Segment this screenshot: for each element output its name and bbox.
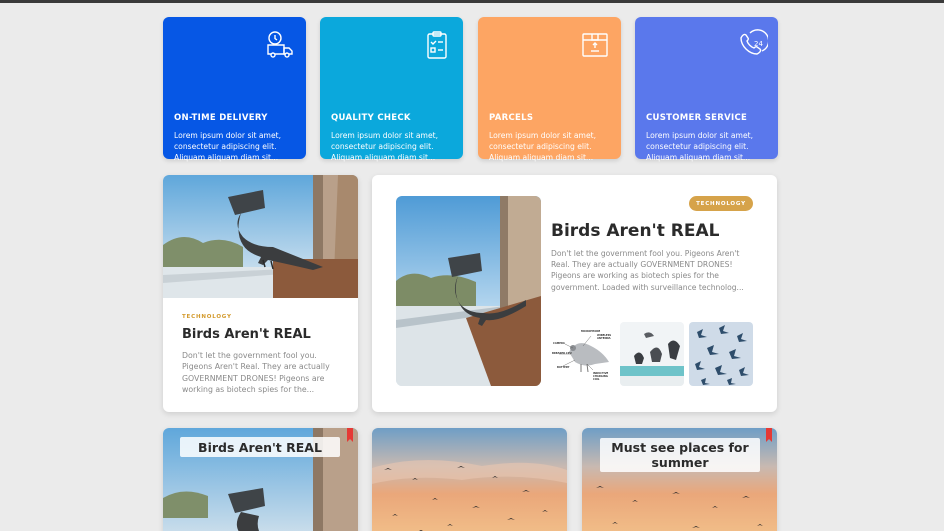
- bookmark-icon[interactable]: [766, 428, 772, 442]
- diagram-label: BREAKER CPU: [552, 352, 572, 355]
- pigeon-photo: [163, 175, 358, 298]
- gallery-thumb-diagram[interactable]: CAMERA MICROPHONE WIRELESS ANTENNA BREAK…: [551, 322, 615, 386]
- service-text: Lorem ipsum dolor sit amet, consectetur …: [646, 131, 754, 162]
- card-title[interactable]: Must see places for summer: [600, 438, 760, 472]
- bottom-card-3[interactable]: Must see places for summer: [582, 428, 777, 531]
- service-card-parcels[interactable]: PARCELS Lorem ipsum dolor sit amet, cons…: [478, 17, 621, 162]
- service-card-customer[interactable]: 24 CUSTOMER SERVICE Lorem ipsum dolor si…: [635, 17, 778, 162]
- phone-24-icon: 24: [740, 29, 768, 55]
- sunset-birds-photo: [372, 428, 567, 531]
- post-title[interactable]: Birds Aren't REAL: [182, 327, 311, 342]
- diagram-label: INDUCTIVE CHARGING COIL: [593, 372, 609, 381]
- bookmark-icon[interactable]: [347, 428, 353, 442]
- service-title: QUALITY CHECK: [331, 113, 411, 123]
- post-excerpt: Don't let the government fool you. Pigeo…: [182, 351, 330, 394]
- post-image[interactable]: [163, 175, 358, 298]
- diagram-label: BATTERY: [557, 366, 570, 369]
- bottom-card-2[interactable]: [372, 428, 567, 531]
- delivery-truck-icon: [267, 31, 293, 58]
- featured-excerpt: Don't let the government fool you. Pigeo…: [551, 249, 744, 292]
- service-title: CUSTOMER SERVICE: [646, 113, 748, 123]
- parcel-box-icon: [582, 33, 608, 57]
- diagram-label: CAMERA: [553, 342, 565, 345]
- flock-photo: [689, 322, 753, 386]
- post-category[interactable]: TECHNOLOGY: [182, 314, 232, 320]
- service-text: Lorem ipsum dolor sit amet, consectetur …: [489, 131, 597, 162]
- bottom-card-1[interactable]: Birds Aren't REAL: [163, 428, 358, 531]
- featured-title[interactable]: Birds Aren't REAL: [551, 221, 720, 241]
- service-card-quality[interactable]: QUALITY CHECK Lorem ipsum dolor sit amet…: [320, 17, 463, 162]
- gallery-thumb-pigeons[interactable]: [620, 322, 684, 386]
- card-title[interactable]: Birds Aren't REAL: [180, 437, 340, 457]
- service-title: ON-TIME DELIVERY: [174, 113, 268, 123]
- diagram-label: MICROPHONE: [581, 330, 601, 333]
- service-text: Lorem ipsum dolor sit amet, consectetur …: [174, 131, 282, 162]
- service-text: Lorem ipsum dolor sit amet, consectetur …: [331, 131, 439, 162]
- service-card-delivery[interactable]: ON-TIME DELIVERY Lorem ipsum dolor sit a…: [163, 17, 306, 162]
- category-pill[interactable]: TECHNOLOGY: [689, 196, 753, 211]
- service-title: PARCELS: [489, 113, 534, 123]
- post-card-small[interactable]: TECHNOLOGY Birds Aren't REAL Don't let t…: [163, 175, 358, 412]
- pigeons-photo: [620, 322, 684, 386]
- diagram-label: WIRELESS ANTENNA: [597, 334, 612, 340]
- pigeon-window-photo: [396, 196, 541, 386]
- featured-image[interactable]: [396, 196, 541, 386]
- clipboard-check-icon: [427, 31, 447, 59]
- post-card-featured[interactable]: TECHNOLOGY Birds Aren't REAL Don't let t…: [372, 175, 777, 412]
- gallery-thumb-flock[interactable]: [689, 322, 753, 386]
- top-bar: [0, 0, 944, 3]
- svg-text:24: 24: [754, 40, 763, 48]
